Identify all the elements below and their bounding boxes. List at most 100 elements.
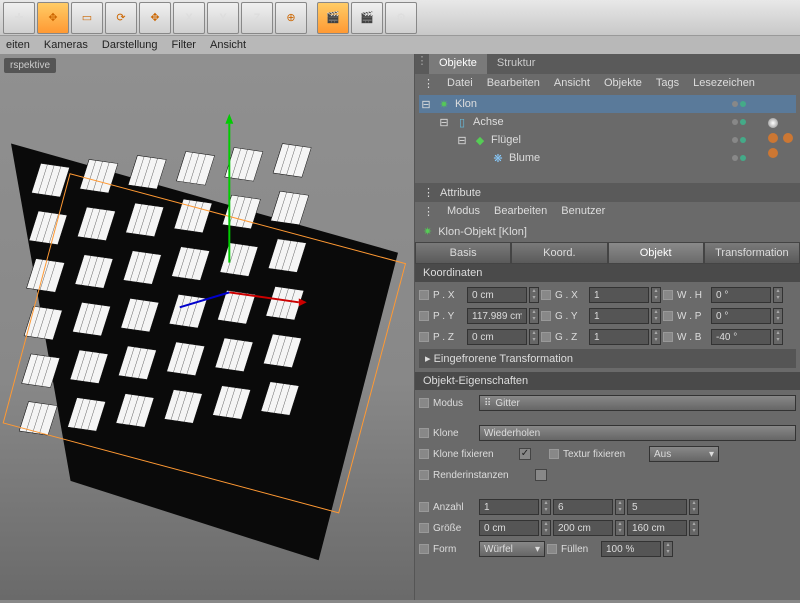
spinner[interactable]: ▴▾ — [773, 287, 783, 303]
menu-kameras[interactable]: Kameras — [44, 39, 88, 51]
grip-icon[interactable]: ⋮ — [423, 186, 434, 199]
spinner[interactable]: ▴▾ — [529, 329, 539, 345]
menu-filter[interactable]: Filter — [172, 39, 196, 51]
tab-koord[interactable]: Koord. — [511, 242, 607, 264]
lock-form[interactable] — [419, 544, 429, 554]
tool-globe[interactable]: ⊕ — [275, 2, 307, 34]
tool-clapboard[interactable]: 🎬 — [317, 2, 349, 34]
check-klonefix[interactable] — [519, 448, 531, 460]
lock-renderinst[interactable] — [419, 470, 429, 480]
select-texfix[interactable]: Aus▾ — [649, 446, 719, 462]
lock-wb[interactable] — [663, 332, 673, 342]
lock-gx[interactable] — [541, 290, 551, 300]
spinner[interactable]: ▴▾ — [773, 308, 783, 324]
select-form[interactable]: Würfel▾ — [479, 541, 545, 557]
material-tags[interactable] — [767, 117, 794, 162]
spinner[interactable]: ▴▾ — [541, 499, 551, 515]
input-anzahl3[interactable] — [627, 499, 687, 515]
spinner[interactable]: ▴▾ — [663, 541, 673, 557]
input-groesse2[interactable] — [553, 520, 613, 536]
tree-achse[interactable]: ⊟ ▯ Achse — [419, 113, 796, 131]
lock-pz[interactable] — [419, 332, 429, 342]
input-fuellen[interactable] — [601, 541, 661, 557]
lock-groesse[interactable] — [419, 523, 429, 533]
spinner[interactable]: ▴▾ — [689, 499, 699, 515]
input-py[interactable] — [467, 308, 527, 324]
lock-px[interactable] — [419, 290, 429, 300]
check-renderinst[interactable] — [535, 469, 547, 481]
input-wb[interactable] — [711, 329, 771, 345]
tool-gear[interactable]: ⚙ — [385, 2, 417, 34]
lock-gz[interactable] — [541, 332, 551, 342]
lock-anzahl[interactable] — [419, 502, 429, 512]
tab-basis[interactable]: Basis — [415, 242, 511, 264]
spinner[interactable]: ▴▾ — [651, 308, 661, 324]
lock-wh[interactable] — [663, 290, 673, 300]
pmenu-ansicht[interactable]: Ansicht — [554, 77, 590, 90]
input-groesse3[interactable] — [627, 520, 687, 536]
spinner[interactable]: ▴▾ — [689, 520, 699, 536]
tab-objekt[interactable]: Objekt — [608, 242, 704, 264]
tool-move[interactable]: ✥ — [37, 2, 69, 34]
input-groesse1[interactable] — [479, 520, 539, 536]
tree-fluegel[interactable]: ⊟ ◆ Flügel — [419, 131, 796, 149]
tool-move2[interactable]: ✥ — [139, 2, 171, 34]
lock-klonefix[interactable] — [419, 449, 429, 459]
amenu-modus[interactable]: Modus — [447, 205, 480, 218]
pmenu-lesezeichen[interactable]: Lesezeichen — [693, 77, 755, 90]
input-wp[interactable] — [711, 308, 771, 324]
input-wh[interactable] — [711, 287, 771, 303]
amenu-benutzer[interactable]: Benutzer — [561, 205, 605, 218]
menu-darstellung[interactable]: Darstellung — [102, 39, 158, 51]
tree-blume[interactable]: ❋ Blume — [419, 149, 796, 167]
object-tree[interactable]: ⊟ ✷ Klon ⊟ ▯ Achse ⊟ ◆ Flügel ❋ Blume — [415, 93, 800, 183]
lock-fuellen[interactable] — [547, 544, 557, 554]
expand-icon[interactable]: ⊟ — [419, 97, 433, 111]
tool-axis-x[interactable]: X — [173, 2, 205, 34]
tree-klon[interactable]: ⊟ ✷ Klon — [419, 95, 796, 113]
lock-texfix[interactable] — [549, 449, 559, 459]
pmenu-bearbeiten[interactable]: Bearbeiten — [487, 77, 540, 90]
spinner[interactable]: ▴▾ — [615, 499, 625, 515]
panel-grip-icon[interactable]: ⋮ — [415, 54, 429, 74]
input-anzahl2[interactable] — [553, 499, 613, 515]
tool-axis-z[interactable]: Z — [241, 2, 273, 34]
input-pz[interactable] — [467, 329, 527, 345]
spinner[interactable]: ▴▾ — [651, 287, 661, 303]
tool-rect[interactable]: ▭ — [71, 2, 103, 34]
amenu-bearbeiten[interactable]: Bearbeiten — [494, 205, 547, 218]
spinner[interactable]: ▴▾ — [529, 308, 539, 324]
spinner[interactable]: ▴▾ — [651, 329, 661, 345]
input-gz[interactable] — [589, 329, 649, 345]
lock-klone[interactable] — [419, 428, 429, 438]
tool-clapboard2[interactable]: 🎬 — [351, 2, 383, 34]
spinner[interactable]: ▴▾ — [541, 520, 551, 536]
pmenu-objekte[interactable]: Objekte — [604, 77, 642, 90]
select-klone[interactable]: Wiederholen — [479, 425, 796, 441]
tab-objekte[interactable]: Objekte — [429, 54, 487, 74]
expand-icon[interactable]: ⊟ — [455, 133, 469, 147]
select-modus[interactable]: ⠿Gitter — [479, 395, 796, 411]
pmenu-tags[interactable]: Tags — [656, 77, 679, 90]
lock-wp[interactable] — [663, 311, 673, 321]
grip-icon[interactable]: ⋮ — [423, 205, 433, 218]
viewport[interactable]: rspektive (function(){ var g=document.ge… — [0, 54, 415, 600]
spinner[interactable]: ▴▾ — [773, 329, 783, 345]
spinner[interactable]: ▴▾ — [529, 287, 539, 303]
frozen-transform[interactable]: ▸ Eingefrorene Transformation — [419, 349, 796, 368]
tab-transformation[interactable]: Transformation — [704, 242, 800, 264]
input-px[interactable] — [467, 287, 527, 303]
lock-py[interactable] — [419, 311, 429, 321]
expand-icon[interactable]: ⊟ — [437, 115, 451, 129]
menu-eiten[interactable]: eiten — [6, 39, 30, 51]
tab-struktur[interactable]: Struktur — [487, 54, 546, 74]
tool-axis-y[interactable]: Y — [207, 2, 239, 34]
input-gy[interactable] — [589, 308, 649, 324]
pmenu-datei[interactable]: Datei — [447, 77, 473, 90]
tool-cursor[interactable]: ✛ — [3, 2, 35, 34]
menu-ansicht[interactable]: Ansicht — [210, 39, 246, 51]
input-anzahl1[interactable] — [479, 499, 539, 515]
spinner[interactable]: ▴▾ — [615, 520, 625, 536]
panel-grip2-icon[interactable]: ⋮ — [423, 77, 433, 90]
lock-gy[interactable] — [541, 311, 551, 321]
